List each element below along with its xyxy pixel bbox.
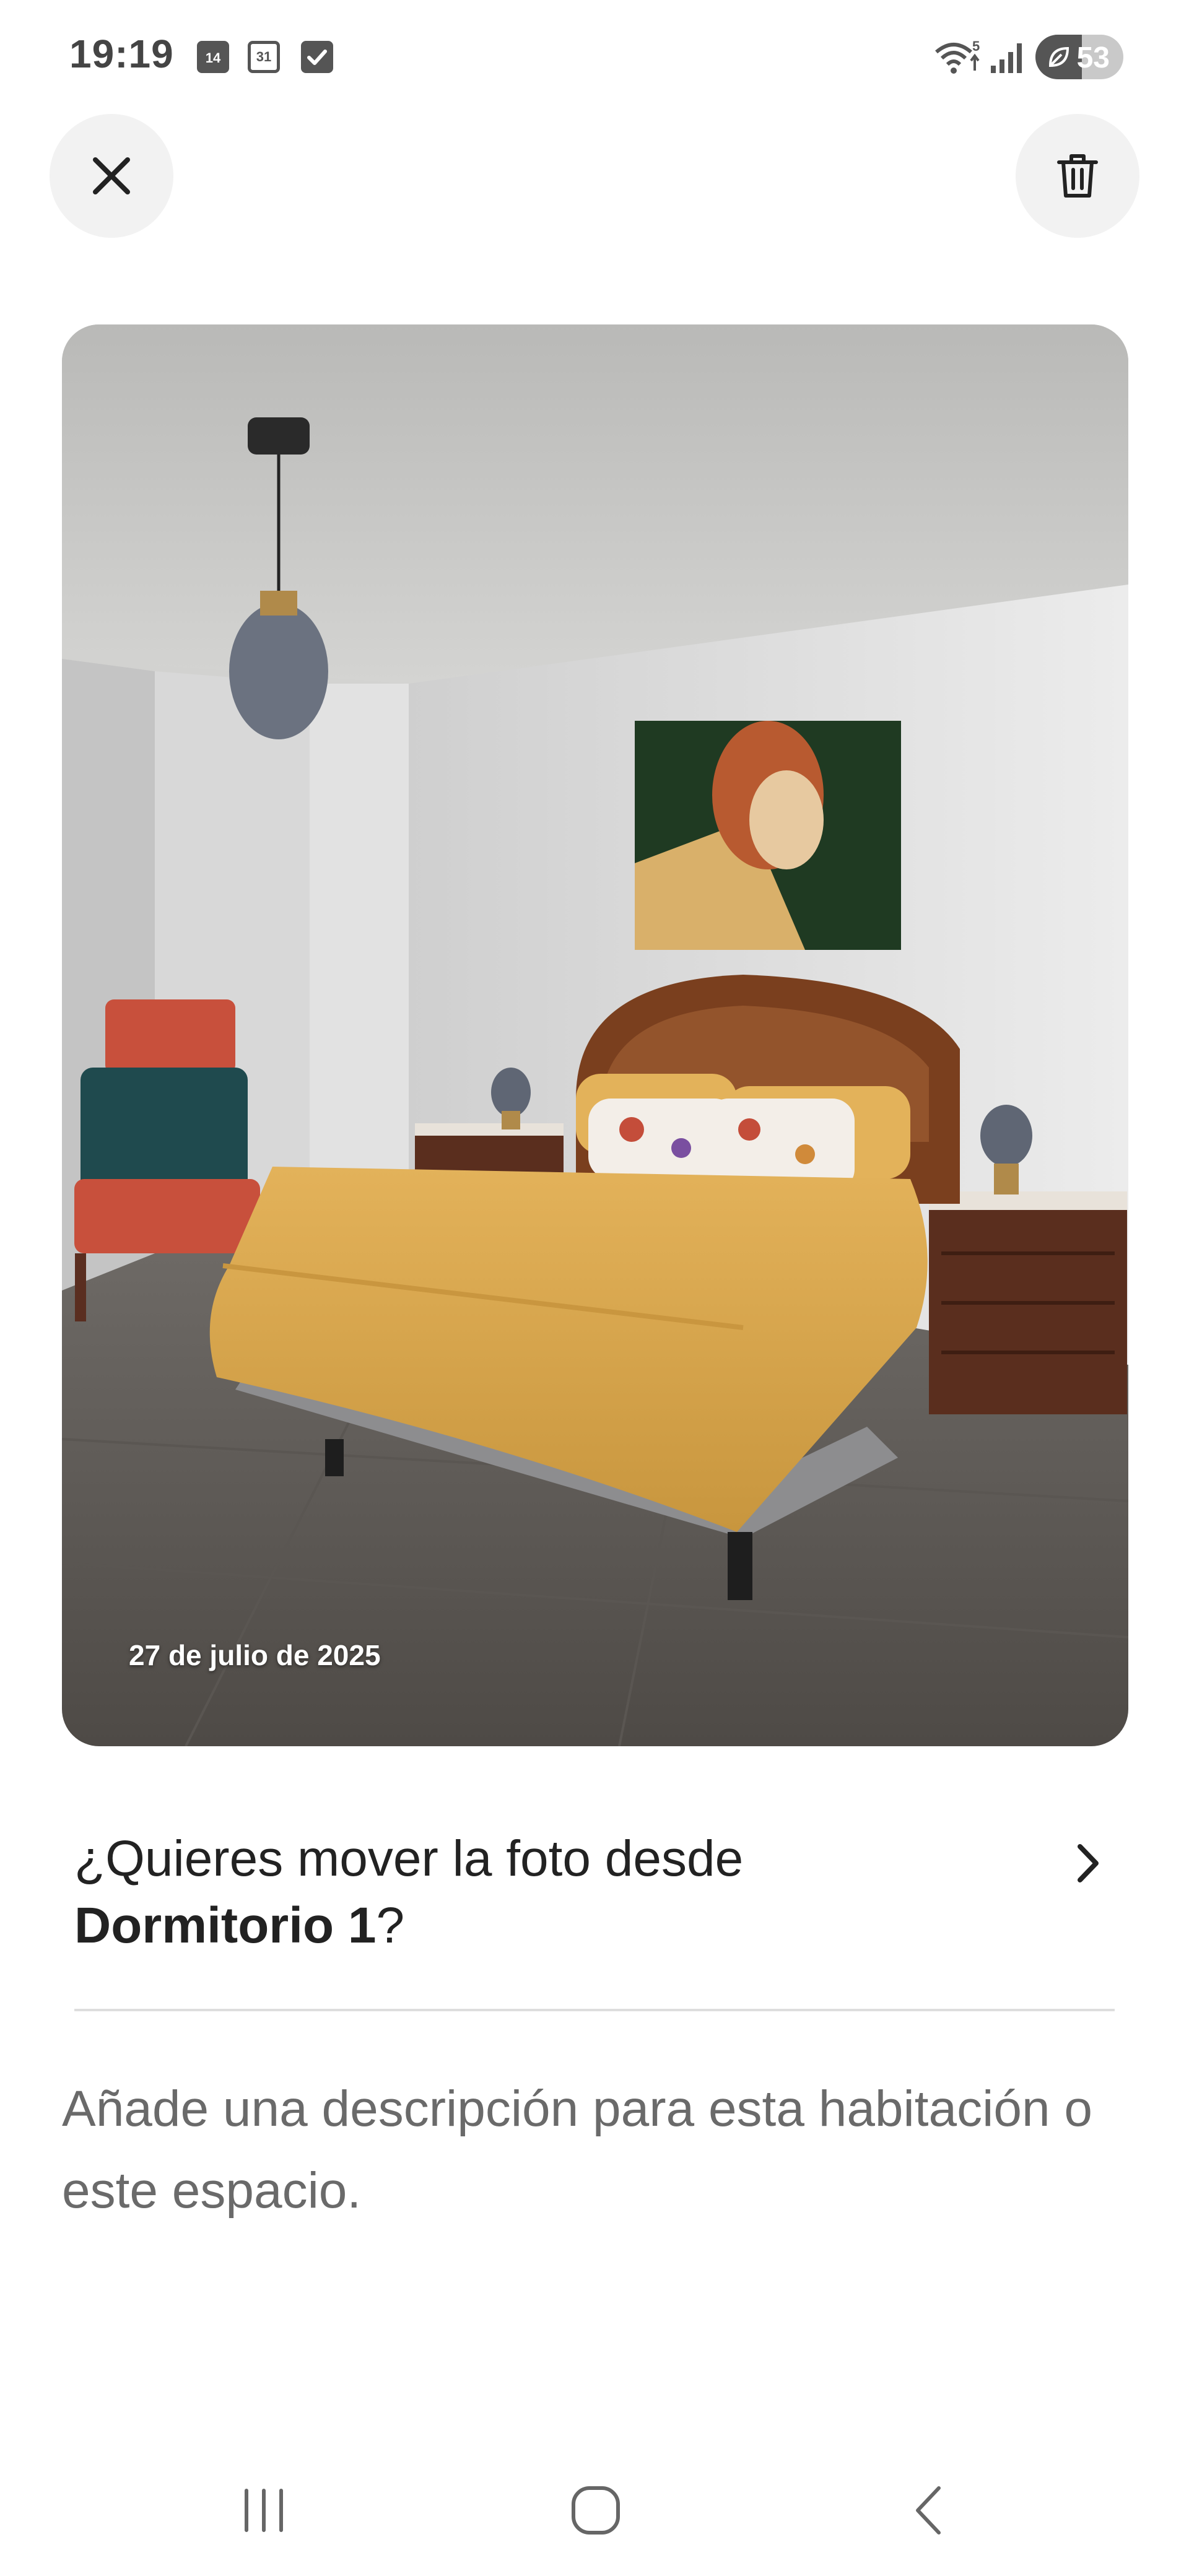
signal-icon [991, 43, 1022, 73]
move-photo-question: ¿Quieres mover la foto desde Dormitorio … [74, 1825, 1003, 1959]
checkbox-icon [301, 41, 333, 73]
description-field[interactable]: Añade una descripción para esta habitaci… [62, 2068, 1127, 2232]
room-name: Dormitorio 1 [74, 1897, 377, 1954]
navigation-bar [0, 2452, 1189, 2576]
close-button[interactable] [50, 114, 173, 238]
battery-indicator: 53 [1035, 35, 1123, 79]
move-question-text: ¿Quieres mover la foto desde [74, 1830, 744, 1887]
home-icon [572, 2486, 620, 2535]
divider [74, 2009, 1115, 2011]
status-bar: 19:19 14 31 5 53 [0, 0, 1189, 111]
recents-button[interactable] [220, 2473, 307, 2548]
wifi-icon: 5 [935, 38, 980, 74]
delete-button[interactable] [1016, 114, 1139, 238]
wifi-badge: 5 [972, 38, 980, 54]
trash-icon [1057, 154, 1098, 198]
home-button[interactable] [552, 2473, 639, 2548]
bedroom-photo [62, 324, 1128, 1746]
chevron-right-icon [1078, 1844, 1099, 1882]
room-photo[interactable]: 27 de julio de 2025 [62, 324, 1128, 1746]
back-icon [916, 2486, 941, 2535]
calendar-icon: 14 [197, 41, 229, 73]
back-button[interactable] [887, 2473, 973, 2548]
recents-icon [245, 2489, 283, 2532]
close-icon [93, 157, 130, 194]
calendar-outline-icon: 31 [248, 41, 280, 73]
move-photo-row[interactable]: ¿Quieres mover la foto desde Dormitorio … [74, 1814, 1115, 1969]
status-time: 19:19 [69, 32, 174, 76]
power-saving-icon [1048, 46, 1069, 67]
battery-level: 53 [1076, 41, 1110, 74]
question-mark: ? [376, 1897, 405, 1954]
photo-date: 27 de julio de 2025 [129, 1639, 381, 1671]
